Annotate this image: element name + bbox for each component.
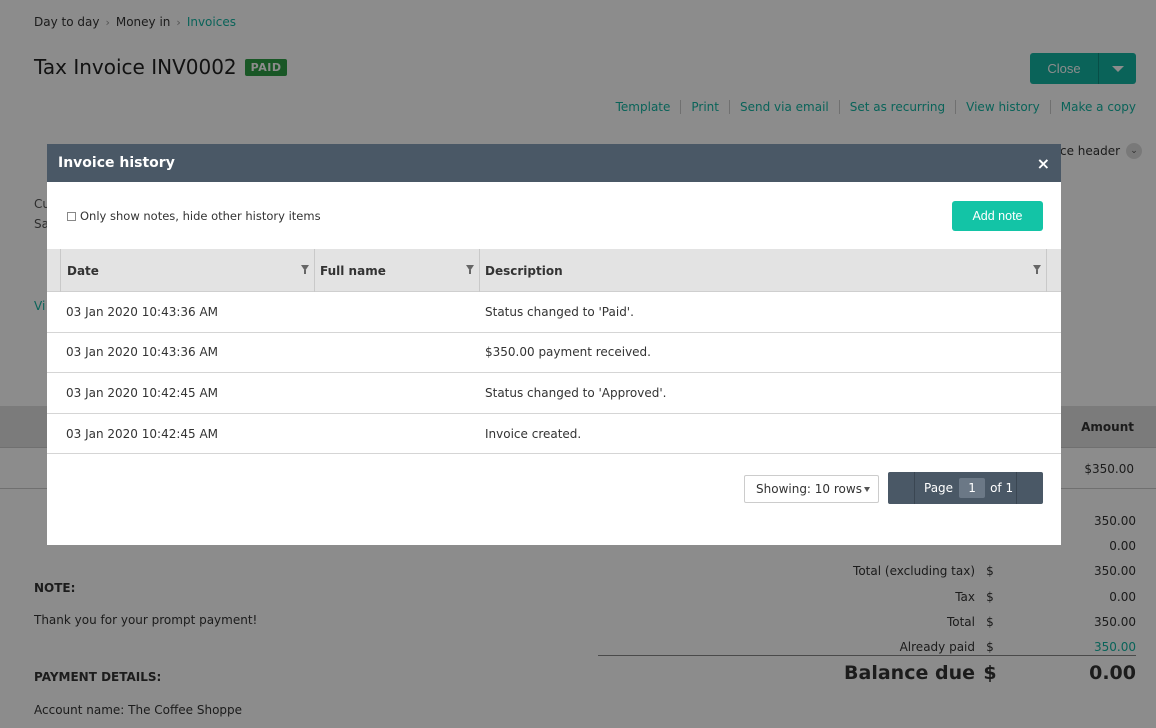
next-page-button[interactable] <box>1016 472 1043 504</box>
add-note-button[interactable]: Add note <box>952 201 1043 231</box>
filter-icon[interactable] <box>1033 265 1041 274</box>
modal-header: Invoice history × <box>47 144 1061 182</box>
page-label: Page <box>924 481 954 495</box>
row-description: Status changed to 'Paid'. <box>485 304 634 319</box>
notes-only-toggle[interactable]: Only show notes, hide other history item… <box>67 209 321 223</box>
filter-row: Only show notes, hide other history item… <box>47 182 1061 249</box>
column-header-date[interactable]: Date <box>61 249 315 292</box>
pagination-bar: Showing: 10 rows Page 1 of 1 <box>47 454 1061 514</box>
column-header-full-name[interactable]: Full name <box>315 249 480 292</box>
modal-title: Invoice history <box>58 155 175 171</box>
rows-per-page-label: Showing: 10 rows <box>756 482 862 496</box>
grid-header-spacer <box>47 249 61 292</box>
filter-icon[interactable] <box>466 265 474 274</box>
table-row[interactable]: 03 Jan 2020 10:42:45 AM Status changed t… <box>47 373 1061 414</box>
row-description: Invoice created. <box>485 426 582 441</box>
table-row[interactable]: 03 Jan 2020 10:43:36 AM $350.00 payment … <box>47 333 1061 374</box>
pager: Page 1 of 1 <box>888 472 1043 504</box>
caret-down-icon <box>864 487 870 492</box>
row-description: Status changed to 'Approved'. <box>485 385 667 400</box>
page-total-label: of 1 <box>990 481 1014 495</box>
rows-per-page-select[interactable]: Showing: 10 rows <box>744 475 879 503</box>
close-icon[interactable]: × <box>1037 154 1050 173</box>
notes-only-label: Only show notes, hide other history item… <box>80 209 321 223</box>
page-number-input[interactable]: 1 <box>959 478 986 498</box>
invoice-history-modal: Invoice history × Only show notes, hide … <box>47 144 1061 545</box>
filter-icon[interactable] <box>301 265 309 274</box>
row-date: 03 Jan 2020 10:42:45 AM <box>66 385 219 400</box>
row-description: $350.00 payment received. <box>485 345 651 360</box>
grid-header: Date Full name Description <box>47 249 1061 292</box>
table-row[interactable]: 03 Jan 2020 10:42:45 AM Invoice created. <box>47 414 1061 455</box>
previous-page-button[interactable] <box>888 472 915 504</box>
table-row[interactable]: 03 Jan 2020 10:43:36 AM Status changed t… <box>47 292 1061 333</box>
history-grid: Date Full name Description 03 Jan 2020 1… <box>47 249 1061 455</box>
row-date: 03 Jan 2020 10:43:36 AM <box>66 304 219 319</box>
column-header-description[interactable]: Description <box>480 249 1047 292</box>
notes-only-checkbox[interactable] <box>67 211 76 221</box>
row-date: 03 Jan 2020 10:42:45 AM <box>66 426 219 441</box>
row-date: 03 Jan 2020 10:43:36 AM <box>66 345 219 360</box>
